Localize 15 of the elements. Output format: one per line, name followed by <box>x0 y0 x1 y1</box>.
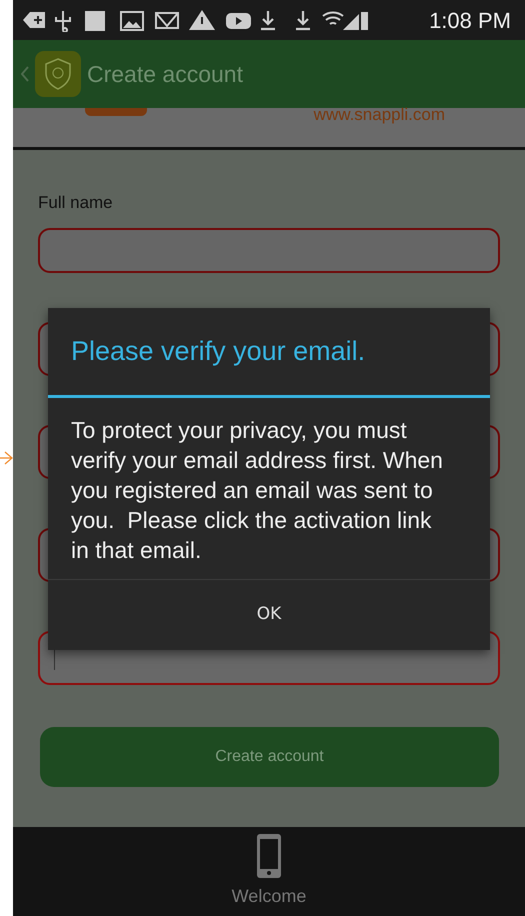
website-text: www.snappli.com <box>314 106 445 123</box>
ok-button[interactable]: OK <box>48 580 490 650</box>
input-field[interactable] <box>38 228 500 273</box>
arrow-icon <box>0 450 13 466</box>
field-label: Full name <box>38 192 114 214</box>
logo-fragment <box>85 108 147 116</box>
status-time: 1:08 PM <box>429 6 511 34</box>
back-icon <box>21 66 29 82</box>
shield-logo-icon <box>35 51 81 97</box>
phone-icon <box>256 833 282 879</box>
create-account-button[interactable]: Create account <box>40 727 499 787</box>
dialog-title: Please verify your email. <box>48 308 490 398</box>
dialog-message: To protect your privacy, you must verify your email address first. When you registered an email was sent to you. Please click the activation link in that email. <box>48 398 490 580</box>
screen-title: Create account <box>87 60 243 89</box>
nav-label[interactable]: Welcome <box>232 883 306 910</box>
